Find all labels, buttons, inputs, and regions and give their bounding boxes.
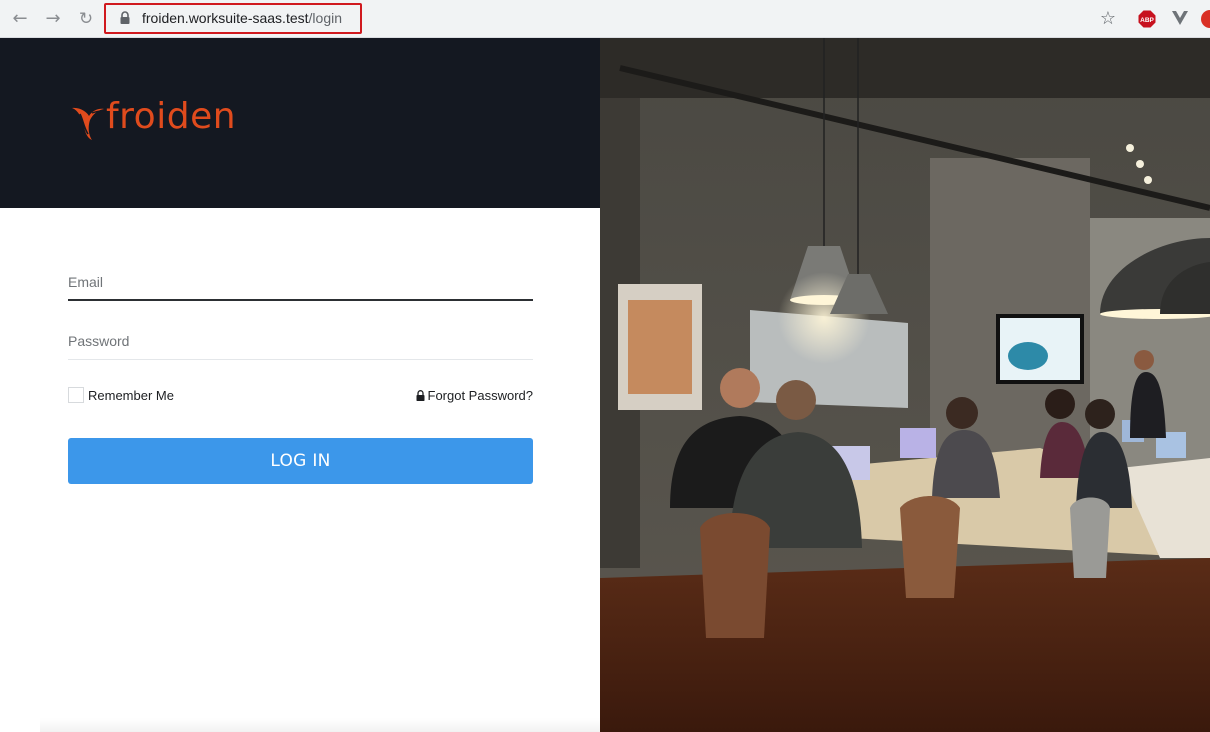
vue-devtools-icon[interactable] bbox=[1172, 11, 1188, 25]
person-head-5 bbox=[1085, 399, 1115, 429]
login-panel: froiden Remember Me Forgot Password? LOG… bbox=[0, 38, 600, 732]
email-field-wrapper bbox=[68, 264, 533, 301]
browser-toolbar: ← → ↻ froiden.worksuite-saas.test/login … bbox=[0, 0, 1210, 38]
login-button[interactable]: LOG IN bbox=[68, 438, 533, 484]
bird-logo-icon bbox=[72, 107, 104, 140]
adblock-plus-icon[interactable]: ABP bbox=[1138, 10, 1156, 28]
brand-header: froiden bbox=[0, 38, 600, 208]
star-icon[interactable]: ☆ bbox=[1098, 9, 1118, 29]
person-head bbox=[720, 368, 760, 408]
email-input[interactable] bbox=[68, 264, 533, 300]
url-highlight-box bbox=[104, 3, 362, 34]
forward-arrow-icon[interactable]: → bbox=[43, 9, 63, 29]
brand-name: froiden bbox=[106, 96, 237, 137]
person-head-4 bbox=[1045, 389, 1075, 419]
coworking-room-illustration bbox=[600, 38, 1210, 732]
reload-icon[interactable]: ↻ bbox=[76, 9, 96, 29]
presenter-head bbox=[1134, 350, 1154, 370]
ceiling bbox=[600, 38, 1210, 98]
track-light-3 bbox=[1144, 176, 1152, 184]
remember-me-checkbox[interactable] bbox=[68, 387, 84, 403]
track-light bbox=[1126, 144, 1134, 152]
chair bbox=[700, 513, 770, 638]
extension-icon[interactable] bbox=[1201, 10, 1210, 28]
password-field-wrapper bbox=[68, 323, 533, 360]
login-form: Remember Me Forgot Password? LOG IN bbox=[68, 264, 533, 484]
tv-graphic bbox=[1008, 342, 1048, 370]
forgot-password-link[interactable]: Forgot Password? bbox=[416, 388, 534, 403]
abp-badge-text: ABP bbox=[1140, 17, 1154, 24]
login-options: Remember Me Forgot Password? bbox=[68, 387, 533, 405]
chair-3 bbox=[1070, 497, 1110, 578]
person-head-3 bbox=[946, 397, 978, 429]
forgot-password-label: Forgot Password? bbox=[427, 388, 534, 403]
back-arrow-icon[interactable]: ← bbox=[10, 9, 30, 29]
coworking-photo bbox=[600, 38, 1210, 732]
laptop-screen-2 bbox=[900, 428, 936, 458]
padlock-icon bbox=[416, 390, 424, 401]
wood-floor bbox=[600, 558, 1210, 732]
track-light-2 bbox=[1136, 160, 1144, 168]
panel-bottom-shade bbox=[40, 718, 600, 732]
person-head-2 bbox=[776, 380, 816, 420]
art-canvas bbox=[628, 300, 692, 394]
chair-2 bbox=[900, 496, 960, 598]
remember-me-label[interactable]: Remember Me bbox=[88, 388, 174, 403]
password-input[interactable] bbox=[68, 323, 533, 359]
